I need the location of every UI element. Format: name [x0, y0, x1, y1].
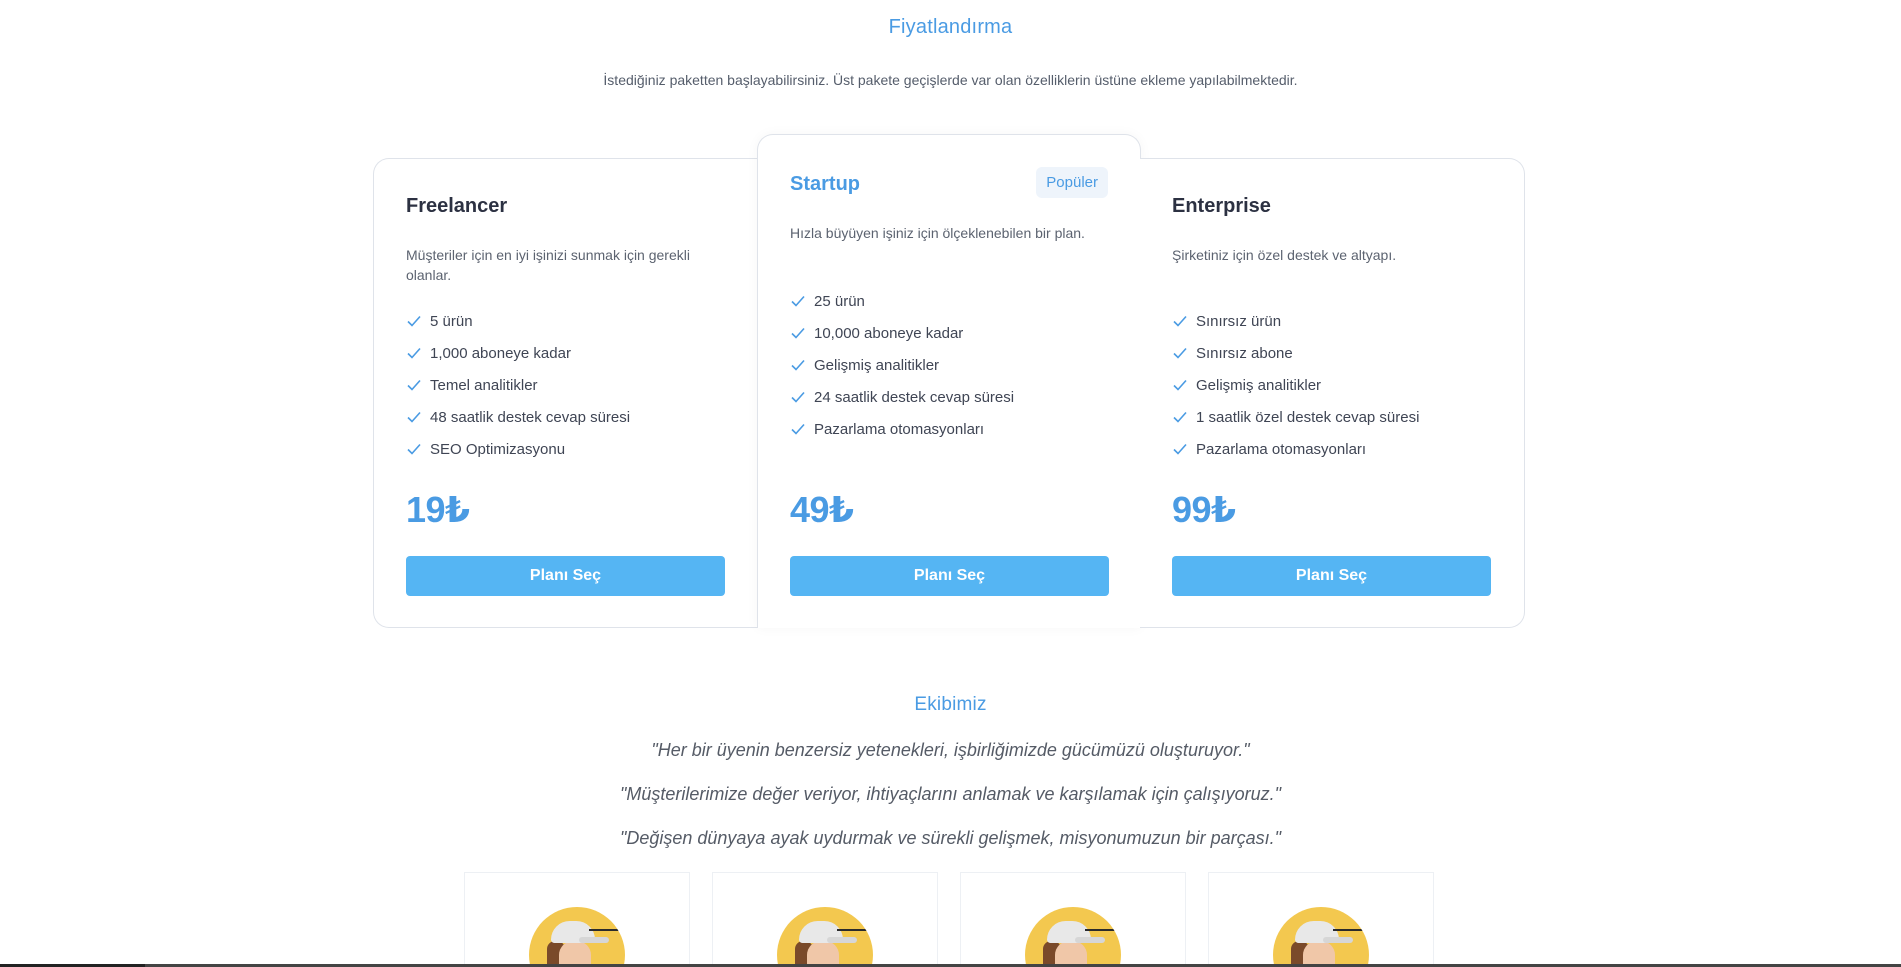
check-icon: [406, 441, 422, 457]
feature-item: 1 saatlik özel destek cevap süresi: [1172, 401, 1419, 433]
plan-name: Freelancer: [406, 195, 508, 217]
feature-item: 25 ürün: [790, 285, 1014, 317]
team-quote: "Her bir üyenin benzersiz yetenekleri, i…: [651, 740, 1250, 760]
avatar: [529, 907, 625, 967]
avatar: [777, 907, 873, 967]
avatar: [1273, 907, 1369, 967]
feature-item: Pazarlama otomasyonları: [790, 413, 1014, 445]
feature-item: 10,000 aboneye kadar: [790, 317, 1014, 349]
plan-card-enterprise: Enterprise Şirketiniz için özel destek v…: [1140, 158, 1525, 628]
check-icon: [790, 293, 806, 309]
feature-item: 5 ürün: [406, 305, 630, 337]
pricing-title: Fiyatlandırma: [888, 16, 1013, 38]
feature-list: 5 ürün 1,000 aboneye kadar Temel analiti…: [406, 305, 630, 465]
feature-item: Gelişmiş analitikler: [790, 349, 1014, 381]
pricing-cards: Freelancer Müşteriler için en iyi işiniz…: [373, 134, 1525, 628]
feature-item: 48 saatlik destek cevap süresi: [406, 401, 630, 433]
feature-list: Sınırsız ürün Sınırsız abone Gelişmiş an…: [1172, 305, 1419, 465]
feature-item: SEO Optimizasyonu: [406, 433, 630, 465]
plan-description: Müşteriler için en iyi işinizi sunmak iç…: [406, 247, 690, 283]
feature-item: Pazarlama otomasyonları: [1172, 433, 1419, 465]
check-icon: [1172, 409, 1188, 425]
plan-card-startup: Startup Popüler Hızla büyüyen işiniz içi…: [757, 134, 1141, 628]
team-member-card: [712, 872, 938, 967]
feature-item: Temel analitikler: [406, 369, 630, 401]
plan-name: Startup: [790, 173, 860, 195]
team-title: Ekibimiz: [914, 694, 987, 715]
feature-item: Sınırsız abone: [1172, 337, 1419, 369]
check-icon: [406, 345, 422, 361]
plan-price: 19₺: [406, 489, 470, 530]
check-icon: [790, 389, 806, 405]
check-icon: [406, 313, 422, 329]
check-icon: [1172, 441, 1188, 457]
feature-item: Sınırsız ürün: [1172, 305, 1419, 337]
check-icon: [790, 325, 806, 341]
plan-name: Enterprise: [1172, 195, 1271, 217]
plan-description: Şirketiniz için özel destek ve altyapı.: [1172, 247, 1397, 263]
pricing-subtitle: İstediğiniz paketten başlayabilirsiniz. …: [603, 72, 1298, 88]
check-icon: [406, 377, 422, 393]
plan-price: 99₺: [1172, 489, 1236, 530]
check-icon: [406, 409, 422, 425]
select-plan-button[interactable]: Planı Seç: [1172, 556, 1491, 596]
feature-item: 24 saatlik destek cevap süresi: [790, 381, 1014, 413]
check-icon: [1172, 313, 1188, 329]
feature-list: 25 ürün 10,000 aboneye kadar Gelişmiş an…: [790, 285, 1014, 445]
plan-card-freelancer: Freelancer Müşteriler için en iyi işiniz…: [373, 158, 758, 628]
check-icon: [1172, 377, 1188, 393]
plan-description: Hızla büyüyen işiniz için ölçeklenebilen…: [790, 225, 1085, 241]
check-icon: [1172, 345, 1188, 361]
select-plan-button[interactable]: Planı Seç: [406, 556, 725, 596]
plan-price: 49₺: [790, 489, 854, 530]
feature-item: Gelişmiş analitikler: [1172, 369, 1419, 401]
team-quote: "Değişen dünyaya ayak uydurmak ve sürekl…: [619, 828, 1282, 848]
check-icon: [790, 421, 806, 437]
select-plan-button[interactable]: Planı Seç: [790, 556, 1109, 596]
team-member-card: [960, 872, 1186, 967]
check-icon: [790, 357, 806, 373]
team-quote: "Müşterilerimize değer veriyor, ihtiyaçl…: [620, 784, 1281, 804]
team-member-card: [1208, 872, 1434, 967]
feature-item: 1,000 aboneye kadar: [406, 337, 630, 369]
team-member-card: [464, 872, 690, 967]
avatar: [1025, 907, 1121, 967]
popular-badge: Popüler: [1036, 167, 1108, 198]
